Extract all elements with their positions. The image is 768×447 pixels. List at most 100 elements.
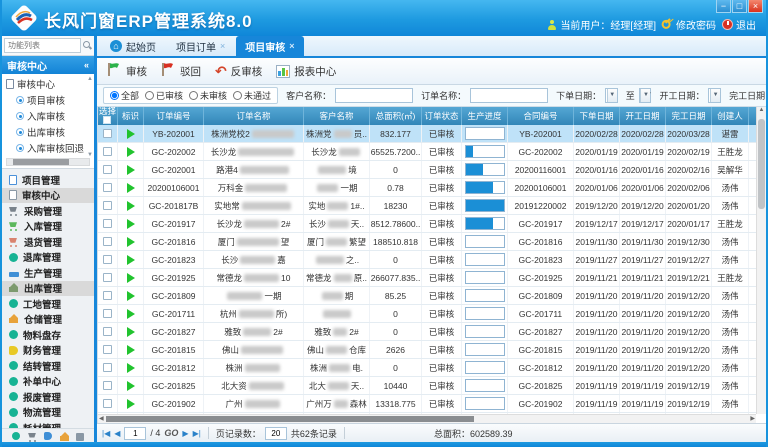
tree-item[interactable]: 入库审核回退: [6, 140, 94, 156]
column-header-创建人[interactable]: 创建人: [712, 107, 749, 125]
row-checkbox[interactable]: [103, 201, 112, 210]
row-checkbox[interactable]: [103, 165, 112, 174]
sidebar-item-仓储管理[interactable]: 仓储管理: [2, 312, 94, 328]
home-icon[interactable]: [60, 432, 68, 440]
table-row[interactable]: GC-201825北大资北大天..10440已审核GC-2018252019/1…: [98, 377, 756, 395]
row-select-cell[interactable]: [98, 287, 118, 304]
table-row[interactable]: GC-201812株洲株洲电.0已审核GC-2018122019/11/2020…: [98, 359, 756, 377]
sidebar-item-工地管理[interactable]: 工地管理: [2, 296, 94, 312]
close-tab-icon[interactable]: ×: [289, 41, 294, 51]
change-password-button[interactable]: 修改密码: [662, 17, 716, 32]
sidebar-item-退货管理[interactable]: 退货管理: [2, 234, 94, 250]
bar-icon[interactable]: [76, 433, 84, 441]
sidebar-item-采购管理[interactable]: 采购管理: [2, 203, 94, 219]
radio-input[interactable]: [110, 91, 119, 100]
radio-input[interactable]: [233, 91, 242, 100]
collapse-icon[interactable]: «: [84, 60, 89, 70]
table-row[interactable]: GC-201809一期期85.25已审核GC-2018092019/11/202…: [98, 287, 756, 305]
tree-root[interactable]: 审核中心: [6, 76, 94, 92]
row-checkbox[interactable]: [103, 183, 112, 192]
row-select-cell[interactable]: [98, 179, 118, 196]
vertical-scrollbar-thumb[interactable]: [758, 119, 765, 209]
反审核-button[interactable]: ↶反审核: [215, 64, 262, 79]
function-search-input[interactable]: [4, 38, 81, 53]
table-row[interactable]: YB-202001株洲党校2株洲党员..832.177已审核YB-2020012…: [98, 125, 756, 143]
logout-button[interactable]: 退出: [722, 17, 756, 32]
scroll-right-icon[interactable]: ▶: [750, 415, 755, 423]
sidebar-item-物流管理[interactable]: 物流管理: [2, 405, 94, 421]
select-all-checkbox[interactable]: [103, 116, 111, 124]
chevron-down-icon[interactable]: ▼: [640, 89, 650, 102]
row-checkbox[interactable]: [103, 381, 112, 390]
horizontal-scrollbar-thumb[interactable]: [106, 416, 474, 422]
column-header-订单状态[interactable]: 订单状态: [422, 107, 462, 125]
tab-起始页[interactable]: ⌂起始页: [101, 36, 165, 56]
go-button[interactable]: GO: [164, 428, 178, 438]
column-header-订单编号[interactable]: 订单编号: [144, 107, 204, 125]
table-row[interactable]: GC-201902广州广州万森林13318.775已审核GC-201902201…: [98, 395, 756, 413]
cart-icon[interactable]: [28, 432, 36, 440]
column-header-完工日期[interactable]: 完工日期: [666, 107, 712, 125]
row-select-cell[interactable]: [98, 341, 118, 358]
row-select-cell[interactable]: [98, 215, 118, 232]
审核-button[interactable]: 审核: [107, 62, 147, 80]
table-row[interactable]: GC-201815佛山佛山仓库2626已审核GC-2018152019/11/2…: [98, 341, 756, 359]
column-header-客户名称[interactable]: 客户名称: [304, 107, 370, 125]
close-button[interactable]: ×: [748, 0, 763, 13]
row-select-cell[interactable]: [98, 395, 118, 412]
row-checkbox[interactable]: [103, 129, 112, 138]
sidebar-item-物料盘存[interactable]: 物料盘存: [2, 327, 94, 343]
first-page-button[interactable]: |◀: [102, 429, 110, 438]
row-select-cell[interactable]: [98, 323, 118, 340]
radio-未通过[interactable]: 未通过: [233, 89, 271, 102]
start-date-input[interactable]: / /▼: [708, 88, 721, 103]
row-checkbox[interactable]: [103, 237, 112, 246]
row-checkbox[interactable]: [103, 273, 112, 282]
tree-item[interactable]: 项目审核: [6, 92, 94, 108]
close-tab-icon[interactable]: ×: [220, 41, 225, 51]
vertical-scrollbar[interactable]: ▲: [756, 107, 766, 414]
minimize-button[interactable]: −: [716, 0, 731, 13]
row-checkbox[interactable]: [103, 219, 112, 228]
column-header-开工日期[interactable]: 开工日期: [620, 107, 666, 125]
sidebar-item-审核中心[interactable]: 审核中心: [2, 188, 94, 204]
column-header-订单名称[interactable]: 订单名称: [204, 107, 304, 125]
sidebar-item-出库管理[interactable]: 出库管理: [2, 281, 94, 297]
table-row[interactable]: GC-201827雅致2#雅致2#0已审核GC-2018272019/11/20…: [98, 323, 756, 341]
radio-input[interactable]: [145, 91, 154, 100]
radio-已审核[interactable]: 已审核: [145, 89, 183, 102]
flagy-icon[interactable]: [44, 432, 52, 440]
table-row[interactable]: GC-202002长沙龙长沙龙65525.7200..已审核GC-2020022…: [98, 143, 756, 161]
table-row[interactable]: GC-201817B实地常实地1#..18230已审核2019122000220…: [98, 197, 756, 215]
column-header-下单日期[interactable]: 下单日期: [574, 107, 620, 125]
chevron-down-icon[interactable]: ▼: [607, 89, 617, 102]
radio-未审核[interactable]: 未审核: [189, 89, 227, 102]
page-size-input[interactable]: [265, 427, 287, 440]
sidebar-item-财务管理[interactable]: 财务管理: [2, 343, 94, 359]
chevron-down-icon[interactable]: ▼: [710, 89, 720, 102]
table-row[interactable]: GC-202001路港4境0已审核202001160012020/01/1620…: [98, 161, 756, 179]
sidebar-item-结转管理[interactable]: 结转管理: [2, 358, 94, 374]
radio-input[interactable]: [189, 91, 198, 100]
tab-项目审核[interactable]: 项目审核×: [236, 36, 303, 56]
sidebar-item-项目管理[interactable]: 项目管理: [2, 172, 94, 188]
scroll-left-icon[interactable]: ◀: [99, 415, 104, 423]
row-select-cell[interactable]: [98, 143, 118, 160]
order-name-input[interactable]: [470, 88, 548, 103]
row-select-cell[interactable]: [98, 197, 118, 214]
horizontal-scrollbar[interactable]: ◀ ▶: [98, 414, 756, 423]
row-select-cell[interactable]: [98, 233, 118, 250]
sidebar-item-补单中心[interactable]: 补单中心: [2, 374, 94, 390]
table-row[interactable]: GC-201925常德龙10常德龙原..266077.835..已审核GC-20…: [98, 269, 756, 287]
sidebar-item-耗材管理[interactable]: 耗材管理: [2, 420, 94, 428]
sidebar-item-生产管理[interactable]: 生产管理: [2, 265, 94, 281]
row-checkbox[interactable]: [103, 147, 112, 156]
row-select-cell[interactable]: [98, 161, 118, 178]
search-icon[interactable]: [83, 41, 92, 50]
驳回-button[interactable]: 驳回: [161, 62, 201, 80]
order-date-from-input[interactable]: / /▼: [605, 88, 618, 103]
table-row[interactable]: GC-201816厦门望厦门繁望188510.818已审核GC-20181620…: [98, 233, 756, 251]
column-header-标识[interactable]: 标识: [118, 107, 144, 125]
row-checkbox[interactable]: [103, 363, 112, 372]
page-number-input[interactable]: [124, 427, 146, 440]
